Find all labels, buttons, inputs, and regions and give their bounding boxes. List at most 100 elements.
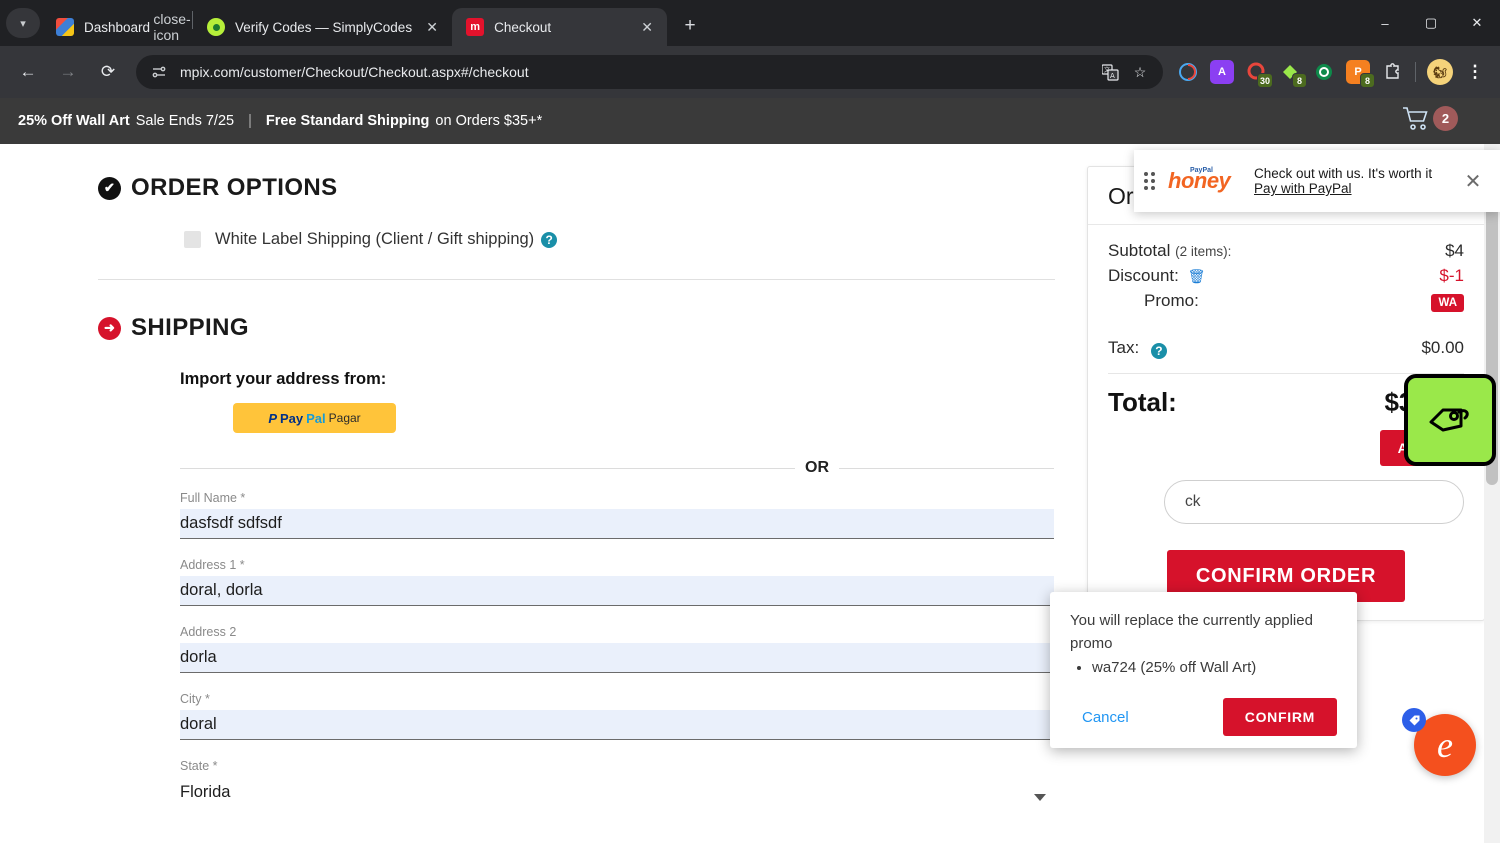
state-field[interactable]: State * Florida <box>180 759 1054 807</box>
white-label-shipping-row[interactable]: White Label Shipping (Client / Gift ship… <box>98 230 1085 249</box>
white-label-shipping-checkbox[interactable] <box>184 231 201 248</box>
promo-dialog-list-item: wa724 (25% off Wall Art) <box>1092 659 1337 676</box>
ext-badge: 8 <box>1360 73 1375 88</box>
site-settings-icon[interactable] <box>150 63 168 81</box>
address2-label: Address 2 <box>180 625 237 639</box>
honey-popup-line2[interactable]: Pay with PayPal <box>1254 181 1460 196</box>
promo-label: Promo: <box>1144 291 1199 310</box>
ext-badge: 30 <box>1256 73 1273 88</box>
promo-code-chip: WA <box>1431 294 1464 312</box>
page-viewport: 25% Off Wall Art Sale Ends 7/25 | Free S… <box>0 98 1500 843</box>
page-scrollbar[interactable]: ▲ ▼ <box>1484 144 1500 843</box>
url-text: mpix.com/customer/Checkout/Checkout.aspx… <box>180 64 529 80</box>
paypal-import-button[interactable]: P Pay Pal Pagar <box>233 403 396 433</box>
chevron-down-icon: ▾ <box>20 17 26 30</box>
tab-close-button[interactable]: close-icon <box>153 11 190 43</box>
drag-grip-icon[interactable] <box>1144 172 1158 190</box>
back-button[interactable]: ← <box>11 55 45 89</box>
chat-bubble-icon: e <box>1437 725 1453 765</box>
tab-close-button[interactable]: ✕ <box>637 17 657 37</box>
new-tab-button[interactable]: + <box>675 11 705 41</box>
ext-orange-p-icon[interactable]: P 8 <box>1346 60 1375 88</box>
arrow-circle-icon: ➜ <box>98 316 121 340</box>
reload-button[interactable]: ⟳ <box>91 55 125 89</box>
close-icon[interactable]: ✕ <box>1460 169 1486 194</box>
divider-line-left <box>180 467 795 469</box>
forward-button[interactable]: → <box>51 55 85 89</box>
subtotal-row: Subtotal (2 items): $4 <box>1108 241 1464 261</box>
section-divider <box>98 279 1055 280</box>
honey-popup-line1: Check out with us. It's worth it <box>1254 166 1433 181</box>
promo-offer-bold: 25% Off Wall Art <box>18 113 130 129</box>
promo-dialog-actions: Cancel CONFIRM <box>1070 698 1337 736</box>
address2-field[interactable]: Address 2 dorla <box>180 625 1054 673</box>
svg-text:A: A <box>1110 72 1115 80</box>
ext-green-ring-icon[interactable] <box>1312 60 1336 84</box>
discount-label: Discount: <box>1108 266 1179 285</box>
paypal-pay-text: Pay <box>279 410 304 426</box>
browser-tab-verify-codes[interactable]: Verify Codes — SimplyCodes ✕ <box>193 8 452 46</box>
promo-dialog-message-line2: promo <box>1070 634 1113 652</box>
chat-widget-button[interactable]: e <box>1402 708 1476 776</box>
state-label: State * <box>180 759 218 773</box>
extensions-puzzle-icon[interactable] <box>1380 60 1404 84</box>
browser-tab-checkout[interactable]: m Checkout ✕ <box>452 8 668 46</box>
subtotal-label: Subtotal <box>1108 241 1171 260</box>
tag-cursor-icon <box>1429 408 1469 432</box>
ext-green-tag-icon[interactable]: 8 <box>1278 60 1307 88</box>
address1-field[interactable]: Address 1 * doral, dorla <box>180 558 1054 606</box>
help-circle-icon[interactable]: ? <box>1150 343 1167 359</box>
cart-button[interactable]: 2 <box>1402 106 1458 138</box>
close-window-button[interactable]: ✕ <box>1454 0 1500 46</box>
promo-dialog-cancel-button[interactable]: Cancel <box>1070 703 1141 732</box>
promo-code-input[interactable]: ck <box>1164 480 1464 524</box>
full-name-input[interactable]: dasfsdf sdfsdf <box>180 509 1054 539</box>
address2-input[interactable]: dorla <box>180 643 1054 673</box>
promo-shipping-rest: on Orders $35+* <box>435 113 543 129</box>
order-options-header: ✔ ORDER OPTIONS <box>98 174 1085 202</box>
tab-title: Checkout <box>494 19 552 35</box>
ext-letter-a-icon[interactable]: A <box>1210 60 1234 84</box>
city-field[interactable]: City * doral <box>180 692 1054 740</box>
address1-input[interactable]: doral, dorla <box>180 576 1054 606</box>
divider-line-right <box>839 467 1054 469</box>
full-name-label: Full Name * <box>180 491 246 505</box>
translate-icon[interactable]: 文 A <box>1097 59 1123 85</box>
cart-count-badge: 2 <box>1433 106 1458 131</box>
maximize-button[interactable]: ▢ <box>1408 0 1454 46</box>
mpix-favicon: m <box>466 18 485 36</box>
profile-avatar-icon[interactable]: 🐿 <box>1427 59 1453 85</box>
ext-badge: 8 <box>1292 73 1307 88</box>
paypal-p-icon: P <box>268 410 277 426</box>
tag-icon <box>1409 715 1419 725</box>
window-controls: – ▢ ✕ <box>1362 0 1500 46</box>
honey-logo: PayPal honey <box>1168 167 1242 194</box>
kebab-menu-icon[interactable]: ⋮ <box>1463 60 1487 84</box>
subtotal-label-wrap: Subtotal (2 items): <box>1108 241 1231 261</box>
city-input[interactable]: doral <box>180 710 1054 740</box>
address-bar[interactable]: mpix.com/customer/Checkout/Checkout.aspx… <box>136 55 1163 89</box>
tab-close-button[interactable]: ✕ <box>422 17 442 37</box>
dashboard-favicon <box>56 18 74 36</box>
help-circle-icon[interactable]: ? <box>541 231 558 248</box>
promo-dialog-list: wa724 (25% off Wall Art) <box>1092 659 1337 676</box>
state-select[interactable]: Florida <box>180 777 1054 807</box>
order-options-title: ORDER OPTIONS <box>131 174 338 201</box>
promo-dialog-confirm-button[interactable]: CONFIRM <box>1222 698 1337 736</box>
ext-circle-icon[interactable] <box>1176 60 1200 84</box>
shopping-cart-icon <box>1403 107 1428 130</box>
tab-search-button[interactable]: ▾ <box>6 8 40 38</box>
ext-red-circle-icon[interactable]: 30 <box>1244 60 1273 88</box>
promo-dialog-message-line1: You will replace the currently applied <box>1070 612 1313 629</box>
city-label: City * <box>180 692 210 706</box>
paypal-action-text: Pagar <box>328 411 361 425</box>
paypal-small-label: PayPal <box>1190 167 1213 174</box>
chevron-down-icon[interactable] <box>1034 794 1046 801</box>
minimize-button[interactable]: – <box>1362 0 1408 46</box>
white-label-shipping-label: White Label Shipping (Client / Gift ship… <box>215 230 535 248</box>
full-name-field[interactable]: Full Name * dasfsdf sdfsdf <box>180 491 1054 539</box>
browser-chrome: ▾ Dashboard close-icon Verify Codes — Si… <box>0 0 1500 98</box>
trash-icon[interactable]: 🗑 <box>1188 268 1206 284</box>
bookmark-star-icon[interactable]: ☆ <box>1127 59 1153 85</box>
browser-tab-dashboard[interactable]: Dashboard close-icon <box>42 8 192 46</box>
